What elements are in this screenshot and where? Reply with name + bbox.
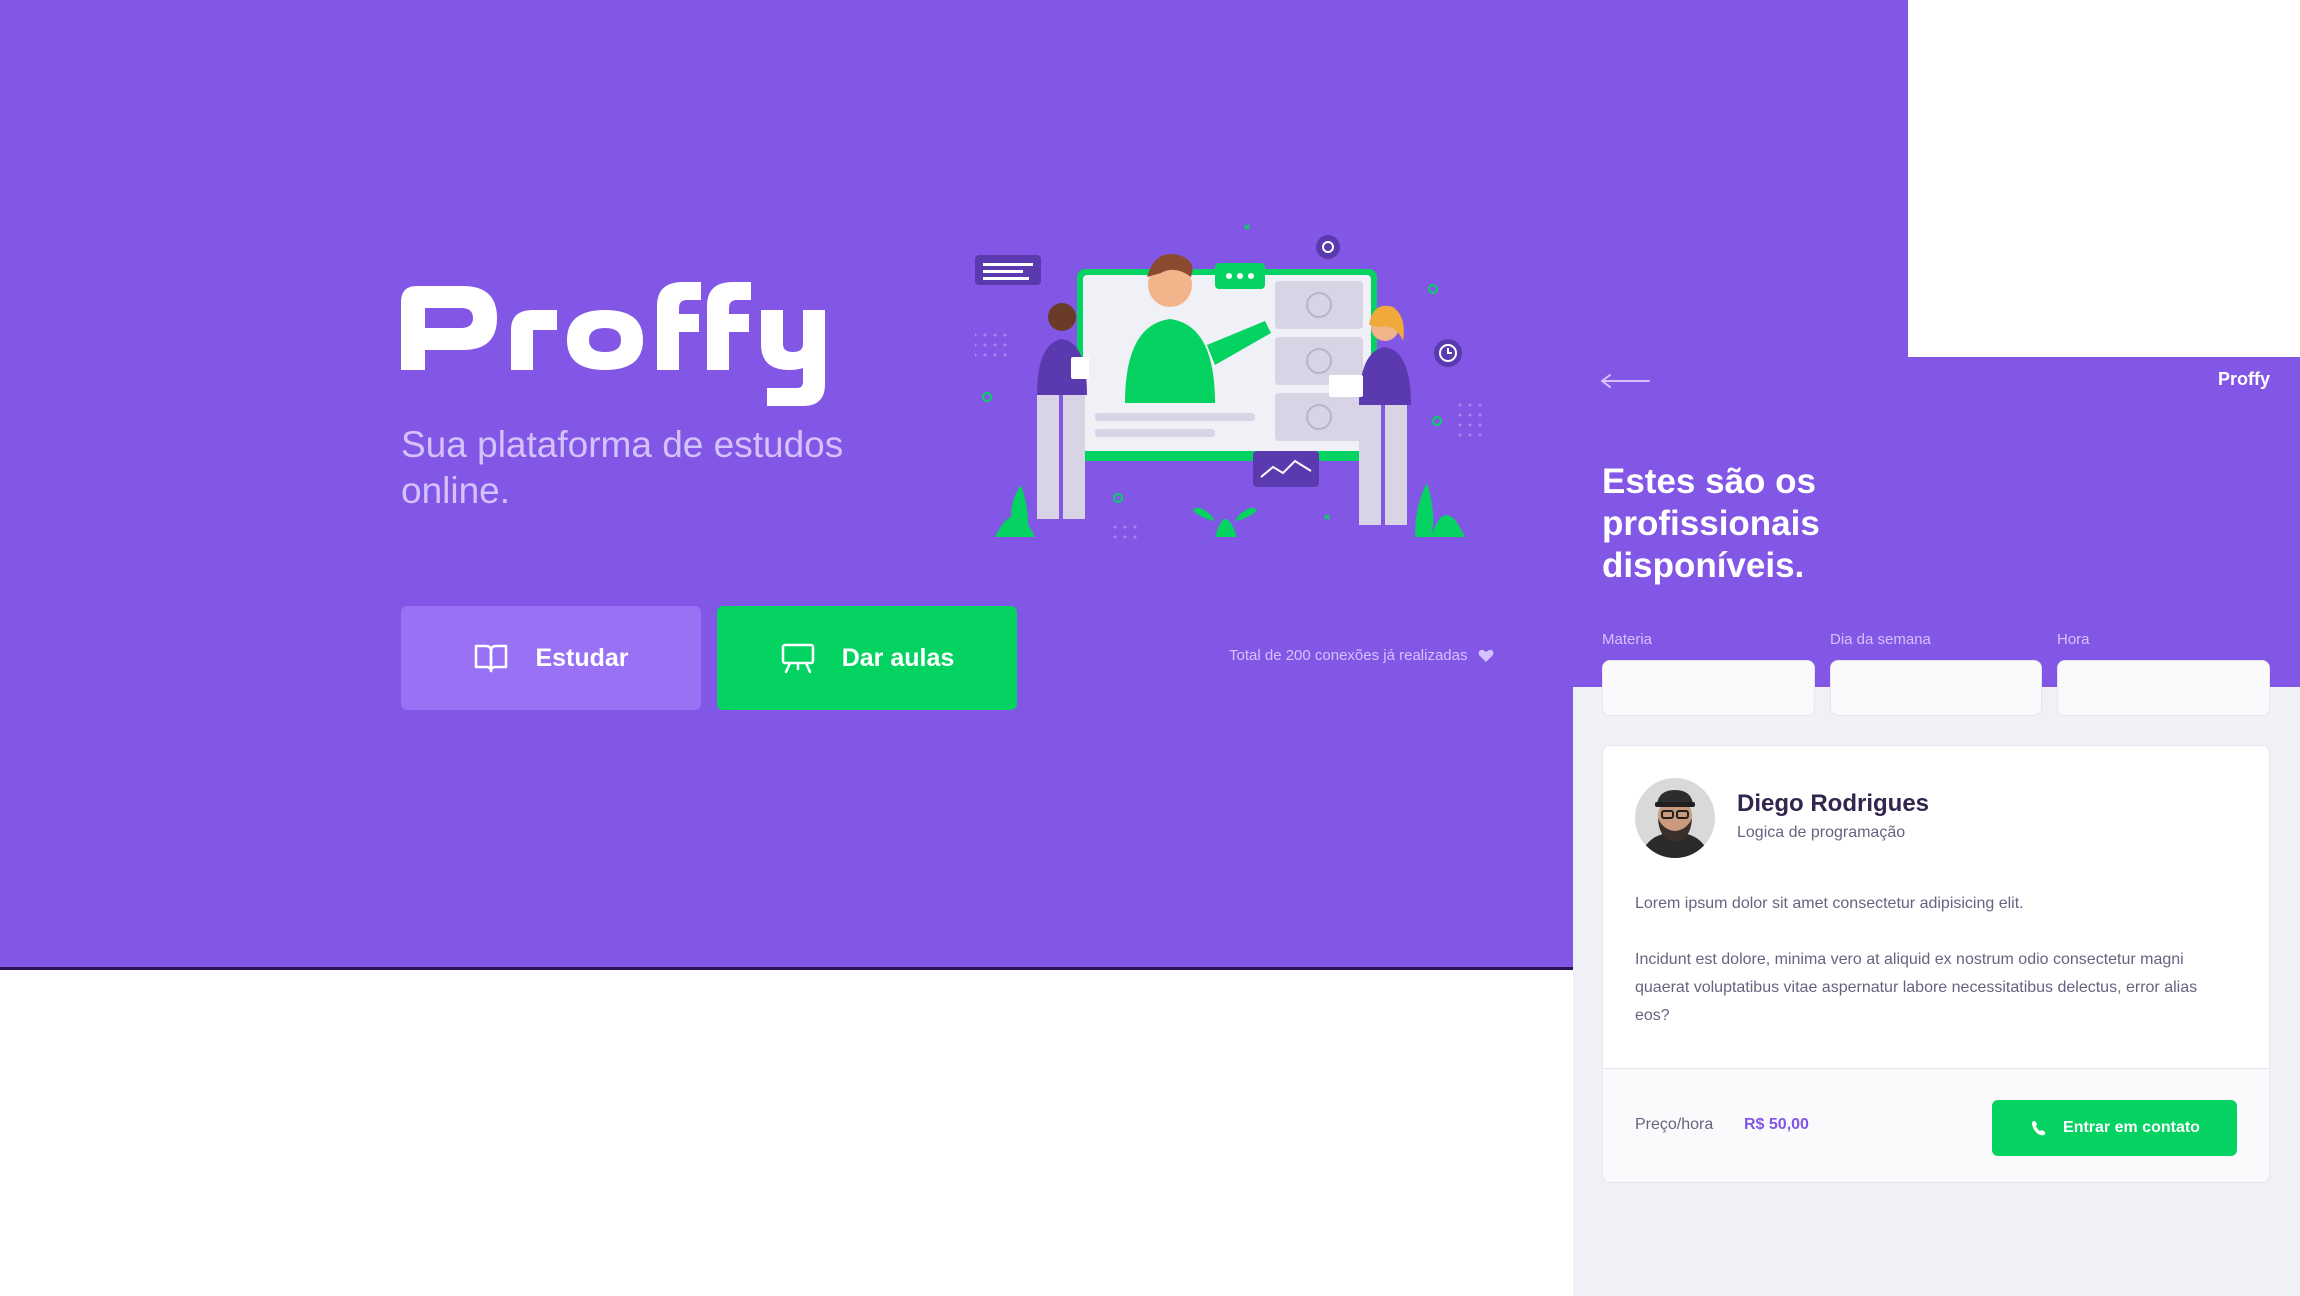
study-button[interactable]: Estudar: [401, 606, 701, 710]
landing-illustration: [973, 215, 1495, 547]
teacher-subject: Logica de programação: [1737, 824, 1906, 841]
subject-filter-input[interactable]: [1602, 660, 1815, 716]
teacher-card: Diego Rodrigues Logica de programação Lo…: [1602, 745, 2270, 1183]
teacher-bio-paragraph: Lorem ipsum dolor sit amet consectetur a…: [1635, 895, 2024, 912]
teach-button-label: Dar aulas: [841, 643, 955, 672]
total-connections: Total de 200 conexões já realizadas: [1229, 647, 1494, 664]
price-value: R$ 50,00: [1744, 1116, 1809, 1133]
avatar: [1635, 778, 1715, 858]
contact-button-label: Entrar em contato: [2063, 1119, 2200, 1136]
teacher-card-footer: Preço/hora R$ 50,00 Entrar em contato: [1603, 1068, 2269, 1182]
study-button-label: Estudar: [535, 643, 629, 672]
teacher-list-page: Proffy Estes são os profissionais dispon…: [1573, 357, 2300, 1296]
teacher-bio: Lorem ipsum dolor sit amet consectetur a…: [1635, 890, 2235, 1058]
presentation-board-icon: [781, 643, 814, 674]
proffy-logo: [401, 278, 841, 413]
teacher-name: Diego Rodrigues: [1737, 790, 1930, 817]
page-title: Estes são os profissionais disponíveis.: [1602, 462, 1820, 585]
book-open-icon: [475, 644, 508, 673]
header-logo: Proffy: [2217, 369, 2270, 389]
landing-bottom-divider: [0, 967, 1575, 970]
whatsapp-icon: [2032, 1121, 2046, 1136]
time-filter-input[interactable]: [2057, 660, 2270, 716]
contact-button[interactable]: Entrar em contato: [1992, 1100, 2237, 1156]
proffy-logo-mark: [401, 282, 825, 406]
page-header: Proffy Estes são os profissionais dispon…: [1573, 357, 2300, 687]
price-label: Preço/hora: [1635, 1116, 1714, 1133]
filter-label-time: Hora: [2057, 631, 2090, 648]
weekday-filter-input[interactable]: [1830, 660, 2042, 716]
total-connections-text: Total de 200 conexões já realizadas: [1229, 647, 1468, 664]
tagline: Sua plataforma de estudos online.: [401, 424, 844, 511]
teach-button[interactable]: Dar aulas: [717, 606, 1017, 710]
heart-icon: [1478, 649, 1493, 662]
arrow-left-icon[interactable]: [1599, 371, 1651, 391]
teacher-bio-paragraph: Incidunt est dolore, minima vero at aliq…: [1635, 951, 2198, 1024]
filter-label-subject: Materia: [1602, 631, 1653, 648]
filter-label-weekday: Dia da semana: [1830, 631, 1931, 648]
